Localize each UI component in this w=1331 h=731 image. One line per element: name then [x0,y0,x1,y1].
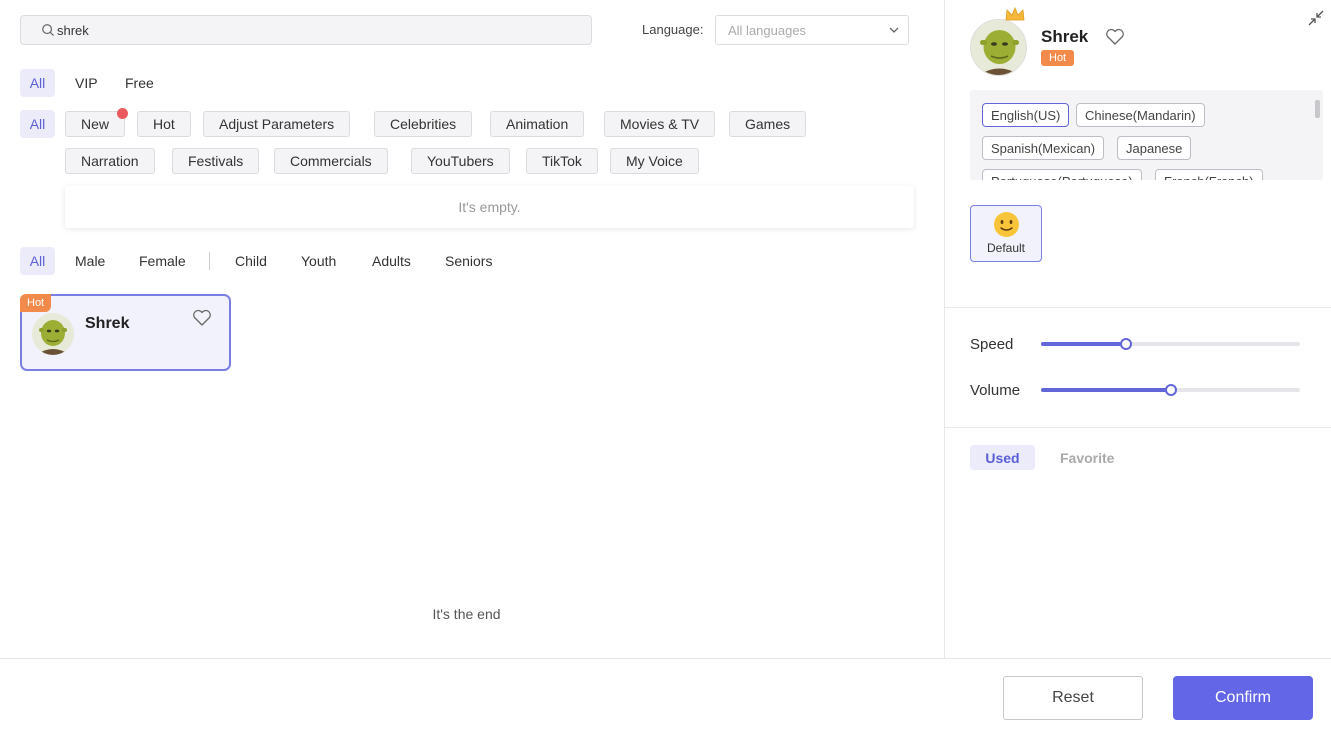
language-chip-spanish-mexican[interactable]: Spanish(Mexican) [982,136,1105,160]
search-box[interactable] [20,15,592,45]
speed-slider-fill [1041,342,1127,346]
language-chip-chinese-mandarin[interactable]: Chinese(Mandarin) [1076,103,1205,127]
search-icon [42,24,54,36]
demographic-tab-seniors[interactable]: Seniors [445,247,492,275]
language-chip-french[interactable]: French(French) [1155,169,1263,180]
tab-used[interactable]: Used [970,445,1035,470]
tier-tab-free[interactable]: Free [125,69,154,97]
language-select[interactable]: All languages [715,15,909,45]
footer-bar: Reset Confirm [0,658,1331,731]
chevron-down-icon [889,27,899,33]
divider [945,307,1331,308]
speed-label: Speed [970,336,1014,353]
demographic-tab-youth[interactable]: Youth [301,247,336,275]
volume-label: Volume [970,382,1021,399]
tab-favorite[interactable]: Favorite [1060,445,1114,470]
smile-emoji-icon [994,212,1019,237]
heart-icon[interactable] [192,309,212,327]
language-filter-label: Language: [642,22,704,37]
hot-badge: Hot [20,294,52,312]
new-indicator-dot [117,108,128,119]
hot-badge: Hot [1041,50,1075,66]
scrollbar-thumb[interactable] [1315,100,1320,118]
empty-state-message: It's empty. [65,186,914,228]
emotion-label: Default [986,241,1026,255]
avatar [32,313,74,355]
demographic-tab-adults[interactable]: Adults [372,247,411,275]
minimize-icon[interactable] [1307,9,1325,27]
volume-slider-fill [1041,388,1171,392]
voice-browser-panel: Language: All languages All VIP Free All… [0,0,944,658]
language-chip-list: English(US) Chinese(Mandarin) Spanish(Me… [970,90,1323,180]
category-commercials[interactable]: Commercials [274,148,388,174]
volume-slider[interactable] [1041,384,1300,396]
demographic-tab-child[interactable]: Child [235,247,267,275]
divider [209,252,210,270]
category-youtubers[interactable]: YouTubers [411,148,510,174]
divider [945,427,1331,428]
crown-icon [1005,6,1025,21]
voice-card[interactable]: Hot Shrek [20,294,231,371]
heart-icon[interactable] [1105,28,1125,46]
demographic-tab-female[interactable]: Female [139,247,186,275]
category-new[interactable]: New [65,111,126,137]
category-movies-tv[interactable]: Movies & TV [604,111,716,137]
category-my-voice[interactable]: My Voice [610,148,699,174]
search-input[interactable] [57,22,557,38]
language-chip-portuguese[interactable]: Portuguese(Portuguese) [982,169,1142,180]
demographic-tab-all[interactable]: All [20,247,55,275]
demographic-tab-male[interactable]: Male [75,247,105,275]
category-animation[interactable]: Animation [490,111,585,137]
speed-slider-handle[interactable] [1120,338,1133,350]
category-tiktok[interactable]: TikTok [526,148,598,174]
language-chip-english-us[interactable]: English(US) [982,103,1070,127]
voice-card-name: Shrek [85,315,130,332]
category-hot[interactable]: Hot [137,111,191,137]
list-end-message: It's the end [432,606,501,622]
emotion-default[interactable]: Default [970,205,1042,262]
voice-detail-panel: Shrek Hot English(US) Chinese(Mandarin) … [944,0,1331,658]
tier-tab-all[interactable]: All [20,69,55,97]
category-adjust-parameters[interactable]: Adjust Parameters [203,111,351,137]
confirm-button[interactable]: Confirm [1173,676,1313,720]
category-narration[interactable]: Narration [65,148,155,174]
voice-name: Shrek [1041,27,1089,46]
reset-button[interactable]: Reset [1003,676,1143,720]
speed-slider[interactable] [1041,338,1300,350]
language-select-value: All languages [728,22,807,38]
category-celebrities[interactable]: Celebrities [374,111,473,137]
category-all[interactable]: All [20,110,55,138]
category-games[interactable]: Games [729,111,807,137]
voice-avatar [970,19,1027,76]
tier-tab-vip[interactable]: VIP [75,69,98,97]
language-chip-japanese[interactable]: Japanese [1117,136,1192,160]
category-festivals[interactable]: Festivals [172,148,260,174]
volume-slider-handle[interactable] [1164,384,1177,396]
